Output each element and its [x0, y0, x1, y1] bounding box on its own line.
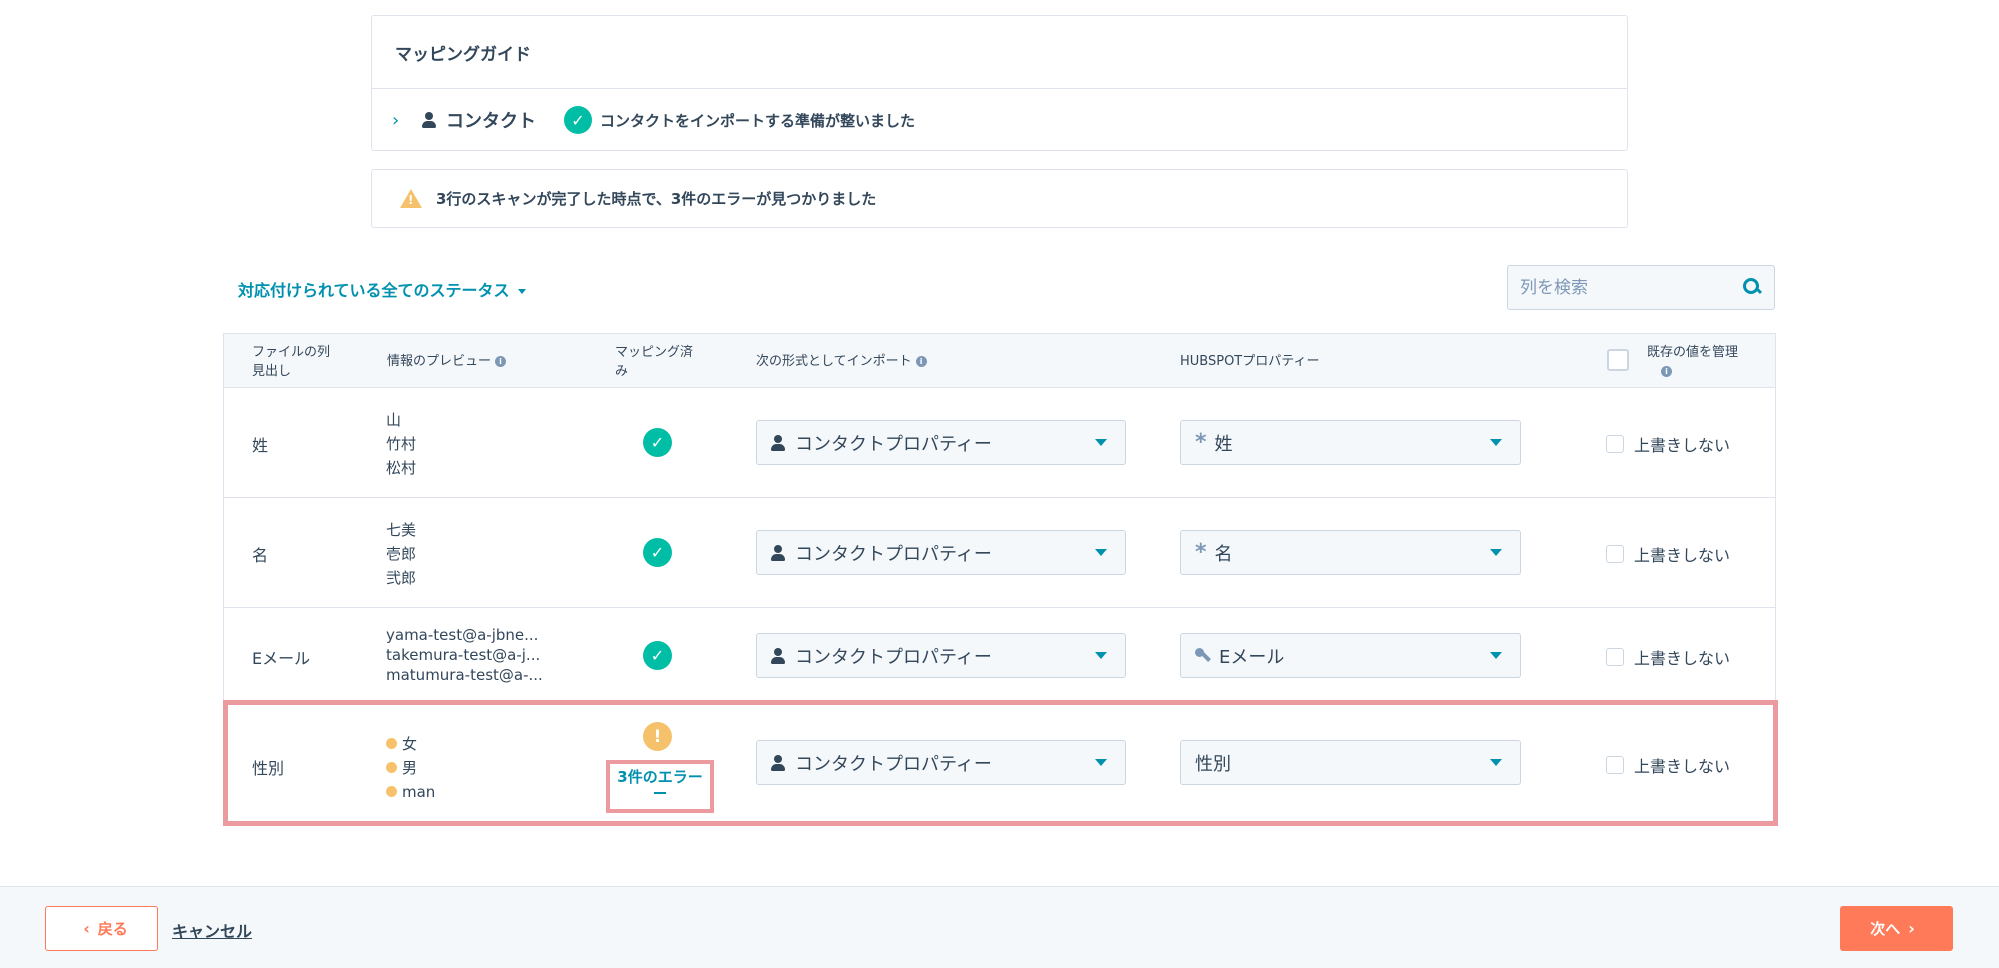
- footer-bar: ‹ 戻る キャンセル 次へ ›: [0, 886, 1999, 968]
- caret-down-icon: [517, 289, 526, 294]
- caret-down-icon: [1095, 549, 1107, 556]
- caret-down-icon: [1490, 652, 1502, 659]
- caret-down-icon: [1490, 439, 1502, 446]
- error-warning-banner: ! 3行のスキャンが完了した時点で、3件のエラーが見つかりました: [371, 169, 1628, 228]
- search-icon[interactable]: [1743, 278, 1760, 295]
- file-column-name: 姓: [252, 436, 269, 455]
- table-row: 姓 山 竹村 松村 ✓ コンタクトプロパティー * 姓 上書きしない: [223, 388, 1776, 498]
- mapped-check-icon: ✓: [643, 428, 672, 457]
- status-filter-dropdown[interactable]: 対応付けられている全てのステータス: [238, 277, 526, 301]
- column-search-input[interactable]: [1520, 277, 1730, 298]
- warning-dot-icon: [386, 786, 397, 797]
- error-count-link[interactable]: 3件のエラー: [606, 760, 714, 813]
- mapped-check-icon: ✓: [643, 641, 672, 670]
- check-icon: ✓: [564, 106, 592, 134]
- import-as-dropdown[interactable]: コンタクトプロパティー: [756, 740, 1126, 785]
- checkbox[interactable]: [1606, 435, 1624, 453]
- person-icon: [771, 544, 785, 561]
- overwrite-checkbox[interactable]: 上書きしない: [1606, 432, 1730, 456]
- header-mapped: マッピング済 み: [615, 345, 694, 379]
- select-all-checkbox[interactable]: [1607, 349, 1629, 371]
- person-icon: [422, 112, 436, 128]
- mapping-guide-title: マッピングガイド: [372, 16, 1627, 89]
- caret-down-icon: [1490, 549, 1502, 556]
- chevron-left-icon: ‹: [83, 919, 90, 938]
- person-icon: [771, 647, 785, 664]
- caret-down-icon: [1490, 759, 1502, 766]
- warning-dot-icon: [386, 762, 397, 773]
- mapped-check-icon: ✓: [643, 538, 672, 567]
- mapping-table: ファイルの列 見出し 情報のプレビュー i マッピング済 み 次の形式としてインポ…: [223, 333, 1776, 823]
- key-icon: [1195, 647, 1211, 664]
- required-asterisk-icon: *: [1195, 540, 1207, 565]
- chevron-right-icon: ›: [1908, 919, 1915, 938]
- import-as-dropdown[interactable]: コンタクトプロパティー: [756, 530, 1126, 575]
- preview-values: 山 竹村 松村: [386, 411, 417, 477]
- header-import-as: 次の形式としてインポート i: [756, 352, 927, 371]
- file-column-name: 性別: [252, 759, 285, 778]
- checkbox[interactable]: [1606, 648, 1624, 666]
- checkbox[interactable]: [1606, 545, 1624, 563]
- caret-down-icon: [1095, 759, 1107, 766]
- preview-values: 女 男 man: [386, 732, 435, 804]
- next-button[interactable]: 次へ ›: [1840, 906, 1953, 951]
- caret-down-icon: [1095, 439, 1107, 446]
- table-row: Eメール yama-test@a-jbne... takemura-test@a…: [223, 608, 1776, 703]
- overwrite-checkbox[interactable]: 上書きしない: [1606, 753, 1730, 777]
- hubspot-property-dropdown[interactable]: * 名: [1180, 530, 1521, 575]
- required-asterisk-icon: *: [1195, 430, 1207, 455]
- table-row: 名 七美 壱郎 弐郎 ✓ コンタクトプロパティー * 名 上書きしない: [223, 498, 1776, 608]
- file-column-name: Eメール: [252, 649, 311, 668]
- warning-dot-icon: [386, 738, 397, 749]
- hubspot-property-dropdown[interactable]: * 姓: [1180, 420, 1521, 465]
- person-icon: [771, 754, 785, 771]
- header-preview: 情報のプレビュー i: [387, 352, 507, 371]
- status-filter-label: 対応付けられている全てのステータス: [238, 281, 510, 300]
- import-as-dropdown[interactable]: コンタクトプロパティー: [756, 633, 1126, 678]
- preview-values: 七美 壱郎 弐郎: [386, 521, 417, 587]
- guide-object-label: コンタクト: [446, 111, 536, 132]
- header-file-column: ファイルの列 見出し: [252, 345, 331, 379]
- error-icon: !: [643, 722, 672, 751]
- overwrite-checkbox[interactable]: 上書きしない: [1606, 542, 1730, 566]
- info-icon[interactable]: i: [915, 356, 927, 367]
- header-hubspot-property: HUBSPOTプロパティー: [1180, 354, 1320, 369]
- guide-contact-row[interactable]: › コンタクト ✓ コンタクトをインポートする準備が整いました: [372, 89, 1627, 151]
- column-search-box[interactable]: [1507, 265, 1775, 310]
- warning-text: 3行のスキャンが完了した時点で、3件のエラーが見つかりました: [436, 190, 877, 208]
- table-header: ファイルの列 見出し 情報のプレビュー i マッピング済 み 次の形式としてインポ…: [223, 333, 1776, 388]
- info-icon[interactable]: i: [1661, 366, 1672, 377]
- warning-icon: !: [400, 189, 422, 208]
- back-button[interactable]: ‹ 戻る: [45, 906, 158, 951]
- import-as-dropdown[interactable]: コンタクトプロパティー: [756, 420, 1126, 465]
- chevron-right-icon[interactable]: ›: [392, 110, 422, 131]
- hubspot-property-dropdown[interactable]: Eメール: [1180, 633, 1521, 678]
- person-icon: [771, 434, 785, 451]
- table-row: 性別 女 男 man ! 3件のエラー コンタクトプロパティー 性別 上書きしな…: [223, 703, 1776, 823]
- file-column-name: 名: [252, 546, 269, 565]
- info-icon[interactable]: i: [495, 356, 507, 367]
- header-manage-existing: 既存の値を管理 i: [1647, 345, 1739, 377]
- mapping-guide-card: マッピングガイド › コンタクト ✓ コンタクトをインポートする準備が整いました: [371, 15, 1628, 151]
- checkbox[interactable]: [1606, 756, 1624, 774]
- cancel-link[interactable]: キャンセル: [172, 918, 252, 942]
- preview-values: yama-test@a-jbne... takemura-test@a-j...…: [386, 626, 543, 684]
- guide-status-text: コンタクトをインポートする準備が整いました: [600, 111, 916, 130]
- overwrite-checkbox[interactable]: 上書きしない: [1606, 645, 1730, 669]
- hubspot-property-dropdown[interactable]: 性別: [1180, 740, 1521, 785]
- caret-down-icon: [1095, 652, 1107, 659]
